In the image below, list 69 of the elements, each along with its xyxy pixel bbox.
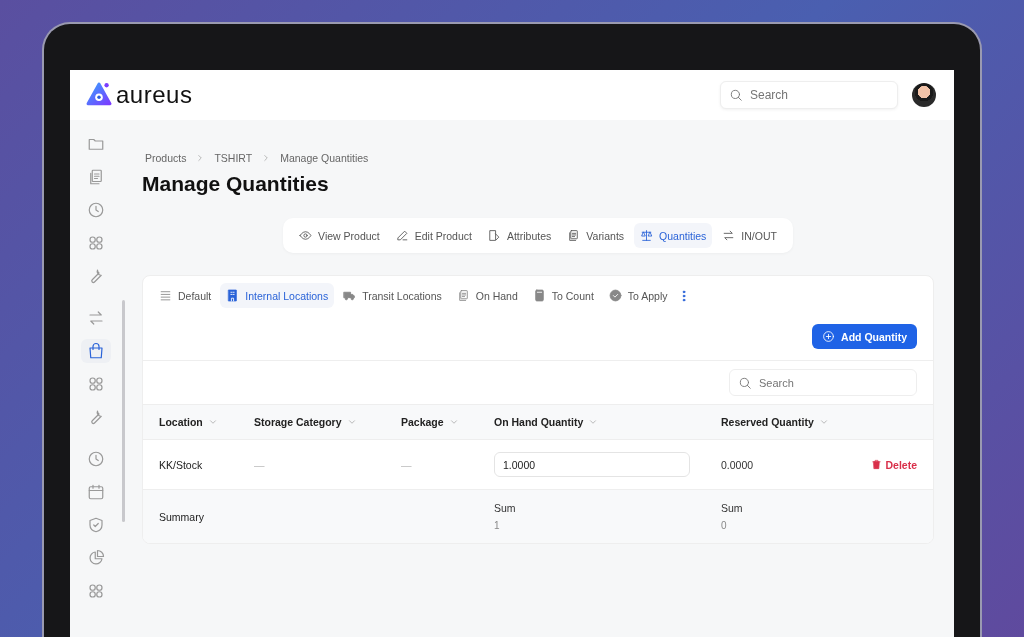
- delete-button[interactable]: Delete: [871, 458, 917, 471]
- chevron-down-icon: [346, 417, 357, 427]
- building-icon: [226, 289, 240, 302]
- truck-icon: [343, 289, 357, 302]
- view-tab[interactable]: Default: [153, 283, 218, 308]
- breadcrumb-item[interactable]: Products: [142, 152, 190, 164]
- arrows-icon: [722, 229, 736, 242]
- quantity-input[interactable]: 1.0000: [494, 452, 690, 477]
- grid-icon: [87, 234, 105, 252]
- calculator-icon: [532, 289, 546, 302]
- page-title: Manage Quantities: [142, 172, 330, 196]
- bag-icon: [87, 342, 105, 360]
- table-cell-text: —: [401, 458, 413, 471]
- sum-label: Sum: [721, 502, 744, 514]
- table-cell-text: KK/Stock: [159, 458, 204, 471]
- summary-label: Summary: [159, 510, 205, 523]
- chevron-down-icon: [818, 417, 829, 427]
- view-tab[interactable]: To Count: [526, 283, 600, 308]
- logo-icon: [86, 82, 112, 108]
- sum-label: Sum: [494, 502, 517, 514]
- view-tab[interactable]: On Hand: [450, 283, 524, 308]
- product-tab[interactable]: Edit Product: [389, 223, 478, 248]
- copy-icon: [456, 289, 470, 302]
- add-quantity-button[interactable]: Add Quantity: [812, 324, 917, 349]
- product-tab[interactable]: IN/OUT: [716, 223, 783, 248]
- column-header[interactable]: On Hand Quantity: [494, 416, 599, 428]
- product-tab[interactable]: Variants: [561, 223, 631, 248]
- table-cell-text: —: [254, 458, 266, 471]
- view-tab[interactable]: Transit Locations: [337, 283, 448, 308]
- grid-icon: [87, 375, 105, 393]
- view-tab[interactable]: To Apply: [602, 283, 674, 308]
- scale-icon: [640, 229, 654, 242]
- avatar[interactable]: [912, 83, 936, 107]
- sum-value: 0: [721, 520, 728, 531]
- pencil-icon: [395, 229, 409, 242]
- chevron-down-icon: [588, 417, 599, 427]
- chevron-down-icon: [448, 417, 459, 427]
- breadcrumb-item: Manage Quantities: [279, 152, 370, 164]
- breadcrumb-item[interactable]: TSHIRT: [211, 152, 256, 164]
- arrows-icon: [87, 309, 105, 327]
- view-tab[interactable]: Internal Locations: [220, 283, 335, 308]
- copy-icon: [567, 229, 581, 242]
- sum-value: 1: [494, 520, 501, 531]
- eye-icon: [299, 229, 313, 242]
- column-header[interactable]: Package: [401, 416, 459, 428]
- pie-icon: [87, 549, 105, 567]
- clock-icon: [87, 450, 105, 468]
- brand-name: aureus: [116, 81, 193, 109]
- shield-icon: [87, 516, 105, 534]
- product-tab[interactable]: Attributes: [481, 223, 558, 248]
- grid-icon: [87, 582, 105, 600]
- column-header[interactable]: Location: [159, 416, 218, 428]
- product-tab[interactable]: View Product: [293, 223, 386, 248]
- trash-icon: [871, 459, 883, 470]
- lines-icon: [159, 289, 172, 302]
- clipboard-icon: [87, 168, 105, 186]
- search-field[interactable]: Search: [720, 81, 898, 109]
- product-tab[interactable]: Quantities: [634, 223, 713, 248]
- chevron-down-icon: [207, 417, 218, 427]
- plus-circle-icon: [822, 330, 836, 343]
- scrollbar[interactable]: [122, 300, 125, 522]
- sidebar-item[interactable]: [81, 339, 111, 363]
- table-search-field[interactable]: Search: [729, 369, 917, 396]
- calendar-icon: [87, 483, 105, 501]
- table-cell-text: 0.0000: [721, 458, 755, 471]
- check-icon: [608, 289, 622, 302]
- column-header[interactable]: Storage Category: [254, 416, 357, 428]
- clock-icon: [87, 201, 105, 219]
- column-header[interactable]: Reserved Quantity: [721, 416, 829, 428]
